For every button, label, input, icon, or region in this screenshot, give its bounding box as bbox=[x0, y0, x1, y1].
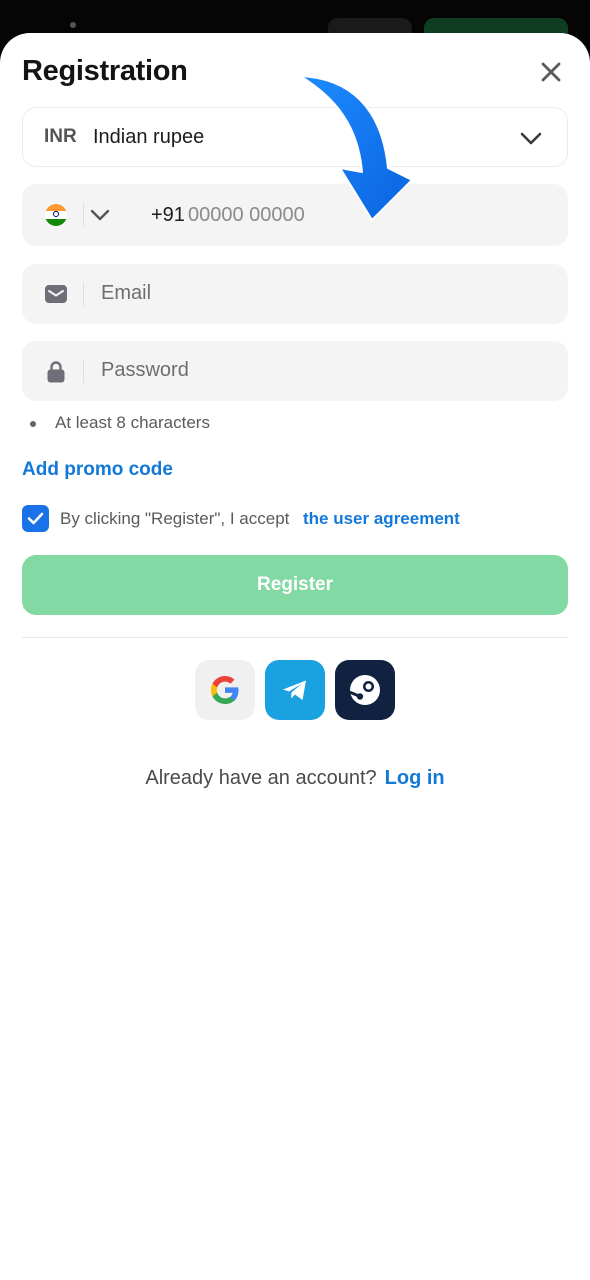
currency-name: Indian rupee bbox=[93, 126, 205, 148]
background-dot bbox=[70, 22, 76, 28]
email-input[interactable]: Email bbox=[101, 282, 151, 305]
currency-code: INR bbox=[44, 126, 77, 147]
email-field[interactable]: Email bbox=[22, 264, 568, 324]
india-flag-icon[interactable] bbox=[45, 204, 67, 226]
already-have-account-text: Already have an account? bbox=[145, 767, 377, 789]
chevron-down-icon bbox=[520, 132, 542, 145]
bullet bbox=[30, 421, 36, 427]
checkmark-icon bbox=[27, 512, 44, 525]
password-input[interactable]: Password bbox=[101, 359, 189, 382]
telegram-login-button[interactable] bbox=[265, 660, 325, 720]
close-icon bbox=[541, 62, 561, 82]
google-icon bbox=[211, 676, 239, 704]
steam-icon bbox=[349, 675, 380, 705]
login-row: Already have an account? Log in bbox=[0, 767, 590, 790]
phone-input[interactable]: 00000 00000 bbox=[188, 204, 305, 227]
currency-select[interactable]: INR Indian rupee bbox=[22, 107, 568, 167]
phone-prefix: +91 bbox=[151, 204, 185, 226]
divider bbox=[83, 203, 84, 227]
google-login-button[interactable] bbox=[195, 660, 255, 720]
agreement-checkbox[interactable] bbox=[22, 505, 49, 532]
log-in-link[interactable]: Log in bbox=[385, 767, 445, 789]
add-promo-code-link[interactable]: Add promo code bbox=[22, 459, 173, 481]
register-button[interactable]: Register bbox=[22, 555, 568, 615]
registration-sheet: Registration INR Indian rupee +91 00000 … bbox=[0, 33, 590, 1280]
divider bbox=[83, 359, 84, 383]
agreement-text: By clicking "Register", I accept bbox=[60, 509, 290, 528]
agreement-row: By clicking "Register", I accept the use… bbox=[22, 505, 568, 533]
lock-icon bbox=[47, 361, 65, 383]
password-field[interactable]: Password bbox=[22, 341, 568, 401]
divider bbox=[83, 282, 84, 306]
password-hint-text: At least 8 characters bbox=[55, 413, 210, 432]
close-button[interactable] bbox=[536, 57, 566, 87]
user-agreement-link[interactable]: the user agreement bbox=[303, 509, 460, 529]
section-divider bbox=[22, 637, 568, 638]
page-title: Registration bbox=[22, 55, 188, 87]
country-chevron-down-icon[interactable] bbox=[89, 204, 111, 226]
telegram-icon bbox=[283, 680, 306, 700]
mail-icon bbox=[45, 285, 67, 303]
steam-login-button[interactable] bbox=[335, 660, 395, 720]
phone-field[interactable]: +91 00000 00000 bbox=[22, 184, 568, 246]
